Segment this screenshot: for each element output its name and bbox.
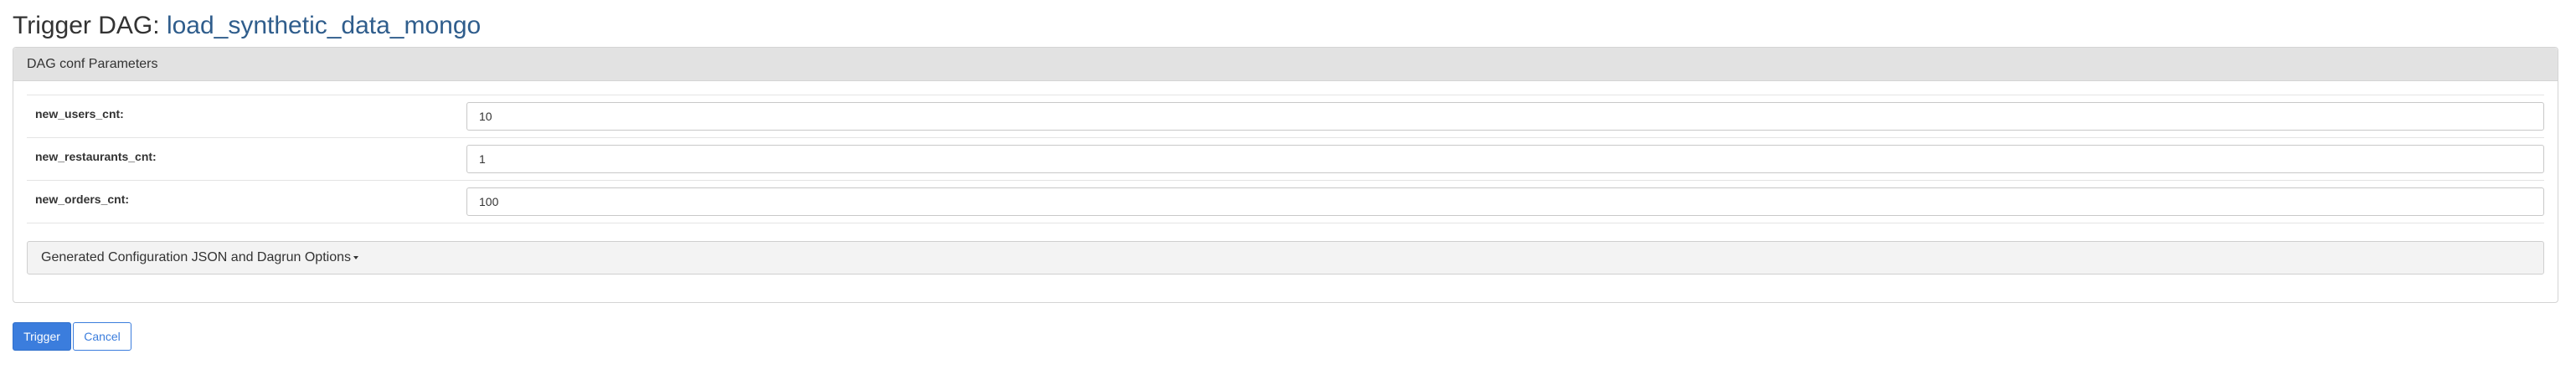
panel-heading: DAG conf Parameters bbox=[13, 48, 2558, 81]
param-row-new-orders-cnt: new_orders_cnt: bbox=[27, 181, 2544, 223]
form-actions: Trigger Cancel bbox=[13, 322, 131, 352]
dag-id-link[interactable]: load_synthetic_data_mongo bbox=[167, 12, 481, 39]
param-label: new_orders_cnt: bbox=[35, 192, 130, 206]
new-orders-cnt-input[interactable] bbox=[466, 187, 2544, 216]
param-row-new-restaurants-cnt: new_restaurants_cnt: bbox=[27, 138, 2544, 181]
generated-config-label: Generated Configuration JSON and Dagrun … bbox=[41, 250, 351, 264]
param-label: new_users_cnt: bbox=[35, 107, 124, 121]
dag-conf-panel: DAG conf Parameters new_users_cnt: new_r… bbox=[13, 47, 2558, 303]
generated-config-toggle[interactable]: Generated Configuration JSON and Dagrun … bbox=[27, 241, 2544, 275]
param-label: new_restaurants_cnt: bbox=[35, 150, 157, 163]
caret-down-icon bbox=[353, 255, 358, 259]
param-row-new-users-cnt: new_users_cnt: bbox=[27, 95, 2544, 138]
param-input-wrap bbox=[466, 145, 2544, 173]
new-users-cnt-input[interactable] bbox=[466, 102, 2544, 131]
param-input-wrap bbox=[466, 102, 2544, 131]
trigger-button[interactable]: Trigger bbox=[13, 322, 71, 351]
new-restaurants-cnt-input[interactable] bbox=[466, 145, 2544, 173]
trigger-dag-page: Trigger DAG: load_synthetic_data_mongo D… bbox=[13, 0, 2560, 351]
page-title-prefix: Trigger DAG: bbox=[13, 12, 167, 39]
param-input-wrap bbox=[466, 187, 2544, 216]
params-table: new_users_cnt: new_restaurants_cnt: new_… bbox=[27, 95, 2544, 223]
page-title: Trigger DAG: load_synthetic_data_mongo bbox=[13, 0, 2560, 47]
cancel-button[interactable]: Cancel bbox=[73, 322, 131, 351]
